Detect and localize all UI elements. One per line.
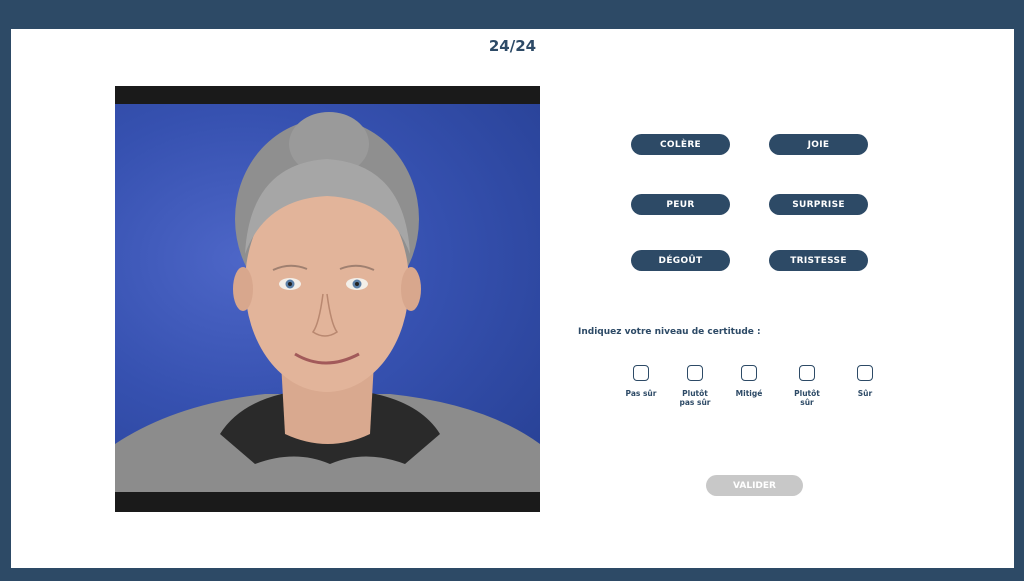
certainty-option-label: Plutôt sûr (794, 389, 820, 407)
certainty-option-label: Pas sûr (625, 389, 657, 398)
main-panel: 24/24 COLÈRE JOIE PEUR SURPRISE DÉGOÛT T… (11, 29, 1014, 568)
certainty-option-plutot-sur[interactable]: Plutôt sûr (777, 365, 837, 407)
certainty-option-plutot-pas-sur[interactable]: Plutôt pas sûr (665, 365, 725, 407)
face-illustration (115, 112, 540, 492)
progress-counter: 24/24 (488, 37, 537, 55)
certainty-question: Indiquez votre niveau de certitude : (578, 327, 761, 337)
certainty-option-sur[interactable]: Sûr (835, 365, 895, 398)
emotion-button-colere[interactable]: COLÈRE (631, 134, 730, 155)
emotion-button-peur[interactable]: PEUR (631, 194, 730, 215)
emotion-button-joie[interactable]: JOIE (769, 134, 868, 155)
certainty-checkbox[interactable] (633, 365, 649, 381)
certainty-checkbox[interactable] (799, 365, 815, 381)
certainty-option-label: Plutôt pas sûr (679, 389, 711, 407)
certainty-option-pas-sur[interactable]: Pas sûr (611, 365, 671, 398)
certainty-option-mitige[interactable]: Mitigé (719, 365, 779, 398)
certainty-option-label: Sûr (857, 389, 873, 398)
validate-button[interactable]: VALIDER (706, 475, 803, 496)
emotion-button-surprise[interactable]: SURPRISE (769, 194, 868, 215)
certainty-checkbox[interactable] (687, 365, 703, 381)
stimulus-video (115, 86, 540, 512)
face-video-icon (115, 104, 540, 492)
emotion-button-degout[interactable]: DÉGOÛT (631, 250, 730, 271)
certainty-option-label: Mitigé (735, 389, 763, 398)
certainty-checkbox[interactable] (857, 365, 873, 381)
emotion-button-tristesse[interactable]: TRISTESSE (769, 250, 868, 271)
certainty-checkbox[interactable] (741, 365, 757, 381)
